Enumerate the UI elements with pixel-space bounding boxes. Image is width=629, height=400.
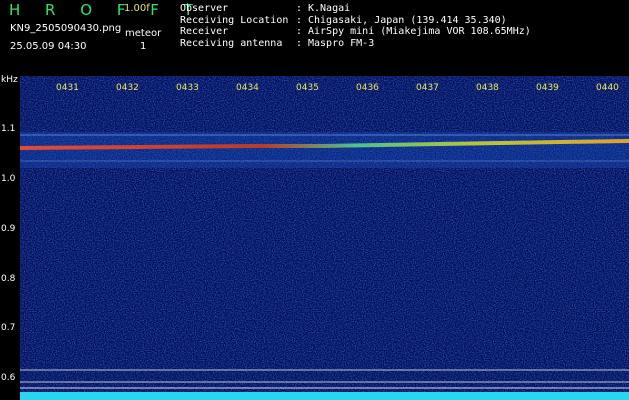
freq-tick-1-1: 1.1 [1,124,16,134]
freq-tick-0-7: 0.7 [1,323,16,333]
noise-texture [20,76,629,400]
info-value: AirSpy mini (Miakejima VOR 108.65MHz) [308,26,531,38]
time-tick: 0438 [476,83,499,93]
signal-glow [20,132,629,168]
info-colon: : [296,14,303,26]
time-tick: 0432 [116,83,139,93]
time-tick: 0433 [176,83,199,93]
info-label: Receiver [180,26,229,38]
freq-tick-0-8: 0.8 [1,274,16,284]
baseline-band [20,392,629,400]
time-tick: 0437 [416,83,439,93]
version-label: 1.00f [124,3,150,14]
info-label: Receiving Location [180,14,289,26]
info-value: K.Nagai [308,3,351,14]
info-row-antenna: Receiving antenna: Maspro FM-3 [180,38,531,50]
info-colon: : [296,38,303,50]
observation-info: Observer: K.Nagai Receiving Location: Chig… [180,3,531,50]
spectrogram-plot [20,76,629,400]
time-tick: 0431 [56,83,79,93]
time-tick: 0439 [536,83,559,93]
info-colon: : [296,26,303,38]
info-row-receiver: Receiver: AirSpy mini (Miakejima VOR 108.… [180,26,531,38]
time-tick: 0435 [296,83,319,93]
header: H R O F F T 1.00f KN9_2505090430.png met… [0,0,629,75]
time-tick: 0434 [236,83,259,93]
info-colon: : [296,3,303,14]
freq-tick-0-9: 0.9 [1,224,16,234]
frequency-unit: kHz [1,75,18,85]
freq-tick-0-6: 0.6 [1,373,16,383]
info-row-observer: Observer: K.Nagai [180,3,531,15]
app-logo: H R O F F T [9,1,203,19]
spectrogram-canvas [20,76,629,400]
info-value: Chigasaki, Japan (139.414 35.340) [308,14,507,26]
filename-label: KN9_2505090430.png [10,23,122,34]
freq-tick-1-0: 1.0 [1,174,16,184]
mode-number: 1 [140,41,147,52]
mode-label: meteor [125,28,162,39]
timestamp-label: 25.05.09 04:30 [10,41,87,52]
info-value: Maspro FM-3 [308,38,375,50]
time-tick: 0436 [356,83,379,93]
info-row-location: Receiving Location: Chigasaki, Japan (139… [180,15,531,27]
info-label: Receiving antenna [180,38,283,50]
time-tick: 0440 [596,83,619,93]
info-label: Observer [180,3,229,14]
